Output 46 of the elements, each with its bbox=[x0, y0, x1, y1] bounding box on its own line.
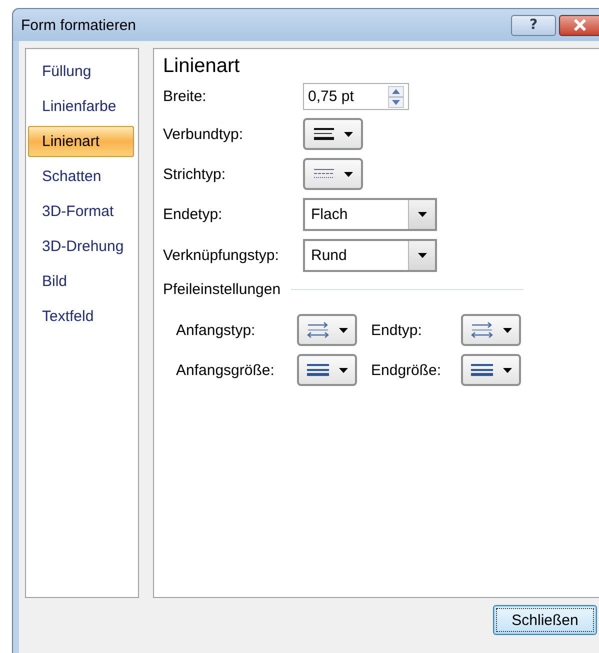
field-label: Anfangstyp: bbox=[176, 322, 256, 338]
caret-icon bbox=[344, 132, 352, 136]
style-picker-button[interactable] bbox=[461, 354, 521, 386]
field-label: Endetyp: bbox=[163, 206, 224, 223]
width-input[interactable]: 0,75 pt bbox=[304, 88, 388, 105]
field-label: Endtyp: bbox=[371, 322, 423, 338]
field-label: Endgröße: bbox=[371, 362, 442, 378]
category-item[interactable]: Linienart bbox=[28, 126, 134, 157]
category-item[interactable]: 3D-Format bbox=[28, 196, 134, 227]
compound-line-icon bbox=[314, 127, 334, 141]
caret-icon bbox=[338, 328, 348, 332]
field-label: Strichtyp: bbox=[163, 166, 227, 182]
dropdown-field[interactable]: Flach bbox=[303, 198, 437, 231]
field-label: Anfangsgröße: bbox=[176, 362, 276, 378]
style-picker-button[interactable] bbox=[297, 354, 357, 386]
window-title: Form formatieren bbox=[21, 16, 138, 34]
close-dialog-button[interactable]: Schließen bbox=[493, 605, 597, 635]
dropdown-field[interactable]: Rund bbox=[303, 239, 437, 272]
caret-icon bbox=[344, 172, 352, 176]
field-label: Verknüpfungstyp: bbox=[163, 247, 280, 264]
category-item[interactable]: Schatten bbox=[28, 161, 134, 192]
section-heading: Linienart bbox=[163, 55, 240, 78]
help-button[interactable]: ? bbox=[511, 14, 556, 36]
category-item[interactable]: Linienfarbe bbox=[28, 91, 134, 122]
category-item[interactable]: 3D-Drehung bbox=[28, 231, 134, 262]
arrows-icon bbox=[470, 322, 492, 338]
line-weight-icon bbox=[306, 363, 328, 377]
style-picker-button[interactable] bbox=[303, 118, 363, 150]
caret-icon bbox=[502, 328, 512, 332]
close-button[interactable] bbox=[559, 14, 599, 36]
field-label: Verbundtyp: bbox=[163, 126, 244, 142]
caret-icon bbox=[338, 368, 348, 372]
category-item[interactable]: Bild bbox=[28, 266, 134, 297]
spin-arrows-icon bbox=[388, 86, 404, 108]
group-heading: Pfeileinstellungen bbox=[163, 281, 281, 298]
caret-icon bbox=[502, 368, 512, 372]
caret-icon bbox=[418, 253, 426, 258]
width-spinner[interactable]: 0,75 pt bbox=[303, 83, 409, 110]
close-icon bbox=[572, 19, 586, 31]
line-weight-icon bbox=[470, 363, 492, 377]
category-item[interactable]: Textfeld bbox=[28, 301, 134, 332]
caret-icon bbox=[418, 212, 426, 217]
field-label: Breite: bbox=[163, 88, 208, 105]
arrows-icon bbox=[306, 322, 328, 338]
category-item[interactable]: Füllung bbox=[28, 56, 134, 87]
dashed-line-icon bbox=[314, 168, 334, 180]
